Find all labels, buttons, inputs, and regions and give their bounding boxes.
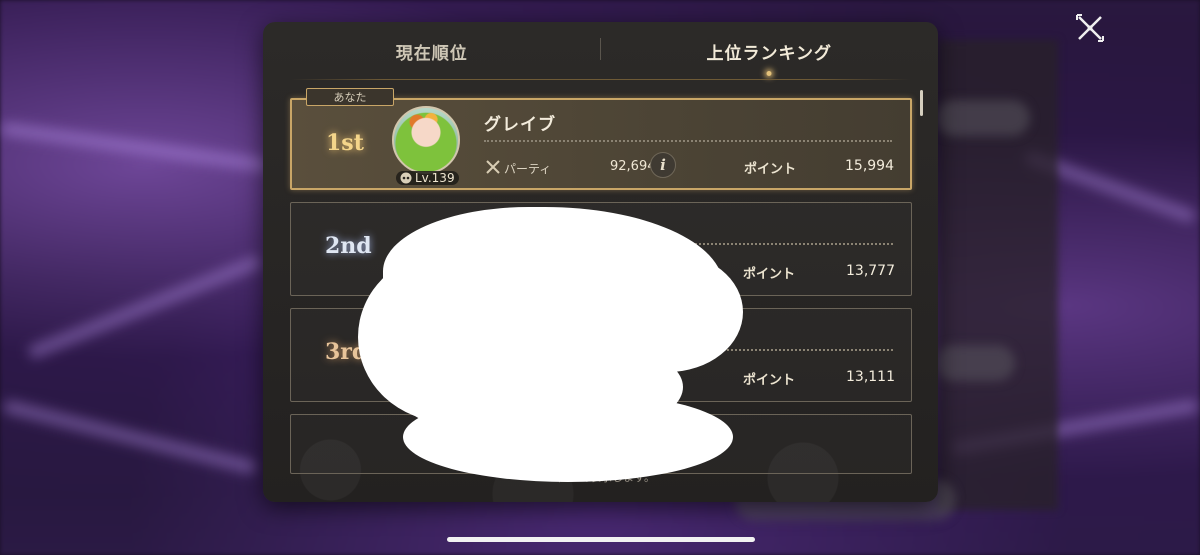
points-label: ポイント [743, 373, 796, 388]
dotted-divider [484, 140, 892, 142]
close-x-icon [1076, 14, 1104, 42]
points-value: 13,777 [846, 263, 895, 279]
you-tag: あなた [306, 88, 394, 106]
bg-blurred-button [935, 345, 1015, 381]
party-power: 92,694 [610, 159, 656, 174]
tab-current-rank[interactable]: 現在順位 [263, 22, 601, 80]
ranking-entry-self[interactable]: あなた 1st Lv.139 グレイブ パーティ 92,694 i ポイント 1… [290, 88, 912, 190]
player-name: グレイブ [484, 115, 556, 135]
crossed-swords-icon [486, 160, 500, 174]
ranking-panel: 現在順位 上位ランキング あなた 1st Lv.139 グレイブ パーティ 92… [263, 22, 938, 502]
scrollbar[interactable] [920, 90, 923, 116]
bg-blurred-button [935, 100, 1030, 136]
party-label: パーティ [504, 162, 552, 176]
tab-divider [600, 38, 601, 60]
rank-label: 2nd [325, 233, 372, 259]
level-badge: Lv.139 [396, 171, 459, 185]
redaction-scribble [403, 392, 733, 482]
rank-label: 1st [326, 130, 364, 156]
close-button[interactable] [1070, 8, 1110, 48]
home-indicator[interactable] [447, 537, 755, 542]
tab-underline [291, 79, 910, 80]
avatar[interactable] [392, 106, 460, 174]
controller-icon [400, 172, 412, 184]
points-value: 13,111 [846, 369, 895, 385]
points-label: ポイント [744, 162, 797, 177]
points-label: ポイント [743, 267, 796, 282]
level-text: Lv.139 [415, 171, 455, 185]
points-value: 15,994 [845, 158, 894, 174]
redaction-scribble [453, 222, 593, 282]
info-button[interactable]: i [650, 152, 676, 178]
tab-top-ranking[interactable]: 上位ランキング [601, 22, 939, 80]
